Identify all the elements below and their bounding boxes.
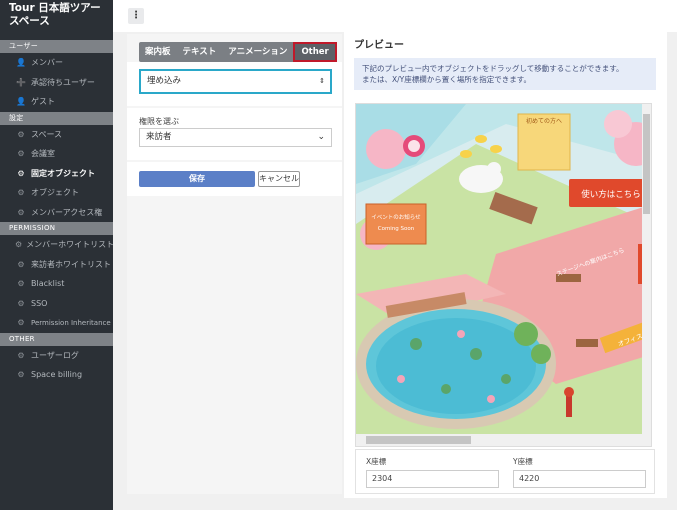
- sidebar-item[interactable]: ⚙ 会議室: [0, 144, 113, 164]
- sidebar-item-label: 固定オブジェクト: [31, 168, 95, 178]
- sidebar-item-label: Permission Inheritance: [31, 318, 111, 327]
- sidebar-item[interactable]: ➕ 承認待ちユーザー: [0, 73, 113, 93]
- preview-info-box: 下記のプレビュー内でオブジェクトをドラッグして移動することができます。 または、…: [354, 58, 656, 90]
- person-add-icon: ➕: [16, 77, 26, 87]
- sidebar-item-label: スペース: [31, 129, 63, 139]
- sidebar-item[interactable]: ⚙ SSO: [0, 294, 113, 314]
- gear-icon: ⚙: [17, 149, 25, 159]
- tab-signboard[interactable]: 案内板: [139, 42, 177, 62]
- tab-text[interactable]: テキスト: [177, 42, 223, 62]
- cancel-button[interactable]: キャンセル: [258, 171, 300, 187]
- sidebar-item-label: Blacklist: [31, 279, 65, 289]
- info-line-1: 下記のプレビュー内でオブジェクトをドラッグして移動することができます。: [362, 64, 624, 73]
- section-header: PERMISSION: [0, 222, 113, 235]
- permission-label: 権限を選ぶ: [139, 117, 179, 126]
- select-arrows-icon: ⇕: [319, 77, 325, 85]
- sidebar-item-label: メンバーホワイトリスト: [26, 240, 113, 250]
- vertical-dots-icon: ⋮: [131, 10, 141, 21]
- more-menu-button[interactable]: ⋮: [128, 8, 144, 24]
- sidebar-item[interactable]: ⚙ 来訪者ホワイトリスト: [0, 255, 113, 275]
- tab-animation[interactable]: アニメーション: [222, 42, 293, 62]
- gear-icon: ⚙: [17, 318, 25, 328]
- sidebar-item-label: ゲスト: [31, 97, 55, 107]
- x-coordinate-label: X座標: [366, 457, 387, 466]
- vertical-scroll-thumb[interactable]: [643, 114, 650, 214]
- sidebar-item[interactable]: ⚙ Blacklist: [0, 274, 113, 294]
- section-header: OTHER: [0, 332, 113, 346]
- person-icon: 👤: [16, 58, 26, 68]
- space-title[interactable]: Tour 日本語ツアースペース: [0, 0, 113, 40]
- tab-other[interactable]: Other: [293, 42, 337, 62]
- object-form-panel: 案内板 テキスト アニメーション Other 埋め込み ⇕ 権限を選ぶ 来訪者 …: [127, 34, 342, 494]
- embed-type-value: 埋め込み: [147, 76, 182, 86]
- sidebar-item-label: SSO: [31, 298, 48, 308]
- preview-canvas[interactable]: 初めての方へ 使い方はこちら イベントのお知らせ Coming Soon ステー…: [355, 103, 652, 447]
- horizontal-scrollbar[interactable]: [356, 434, 651, 446]
- embed-type-select[interactable]: 埋め込み ⇕: [139, 69, 332, 94]
- permission-select[interactable]: 来訪者 ⌄: [139, 128, 332, 147]
- sidebar-item[interactable]: 👤 ゲスト: [0, 92, 113, 112]
- sidebar-item[interactable]: ⚙ Space billing: [0, 365, 113, 385]
- sidebar-item[interactable]: ⚙ 固定オブジェクト: [0, 164, 113, 184]
- save-button[interactable]: 保存: [139, 171, 255, 187]
- gear-icon: ⚙: [17, 168, 25, 178]
- sidebar-item-label: Space billing: [31, 370, 83, 380]
- sidebar-item[interactable]: ⚙ メンバーアクセス権: [0, 203, 113, 223]
- person-icon: 👤: [16, 97, 26, 107]
- sign-event-coming: Coming Soon: [378, 226, 415, 232]
- sidebar-item[interactable]: 👤 メンバー: [0, 53, 113, 73]
- sign-how-to: 使い方はこちら: [581, 189, 641, 200]
- gear-icon: ⚙: [17, 350, 25, 360]
- gear-icon: ⚙: [17, 188, 25, 198]
- preview-map: 初めての方へ 使い方はこちら イベントのお知らせ Coming Soon ステー…: [356, 104, 651, 446]
- sidebar-item-label: ユーザーログ: [31, 350, 79, 360]
- gear-icon: ⚙: [17, 129, 25, 139]
- sidebar-item-label: 来訪者ホワイトリスト: [31, 259, 111, 269]
- coordinate-fields: X座標 2304 Y座標 4220: [355, 449, 655, 494]
- sidebar-item-label: オブジェクト: [31, 188, 79, 198]
- gear-icon: ⚙: [17, 259, 25, 269]
- vertical-scrollbar[interactable]: [642, 104, 651, 435]
- section-header: ユーザー: [0, 40, 113, 53]
- sidebar-item[interactable]: ⚙ メンバーホワイトリスト: [0, 235, 113, 255]
- preview-panel: プレビュー 下記のプレビュー内でオブジェクトをドラッグして移動することができます…: [344, 28, 667, 498]
- sidebar-item-label: 承認待ちユーザー: [31, 77, 95, 87]
- gear-icon: ⚙: [17, 279, 25, 289]
- section-header: 設定: [0, 111, 113, 125]
- preview-title: プレビュー: [354, 40, 404, 51]
- gear-icon: ⚙: [17, 370, 25, 380]
- y-coordinate-label: Y座標: [513, 457, 533, 466]
- sidebar-item-label: 会議室: [31, 149, 55, 159]
- sign-event-title: イベントのお知らせ: [371, 213, 421, 221]
- sidebar-item[interactable]: ⚙ ユーザーログ: [0, 346, 113, 366]
- horizontal-scroll-thumb[interactable]: [366, 436, 471, 444]
- gear-icon: ⚙: [17, 207, 25, 217]
- info-line-2: または、X/Y座標欄から置く場所を指定できます。: [362, 75, 531, 84]
- sign-first-time: 初めての方へ: [526, 117, 562, 125]
- gear-icon: ⚙: [17, 298, 25, 308]
- sidebar: Tour 日本語ツアースペース ユーザー 👤 メンバー ➕ 承認待ちユーザー 👤 ゲスト設定…: [0, 0, 113, 510]
- sidebar-item[interactable]: ⚙ スペース: [0, 125, 113, 145]
- chevron-down-icon: ⌄: [317, 132, 325, 142]
- sidebar-item-label: メンバーアクセス権: [31, 207, 103, 217]
- object-type-tabs: 案内板 テキスト アニメーション Other: [139, 42, 337, 62]
- gear-icon: ⚙: [15, 240, 23, 250]
- x-coordinate-input[interactable]: 2304: [366, 470, 499, 488]
- permission-value: 来訪者: [146, 132, 172, 142]
- sidebar-item-label: メンバー: [31, 58, 63, 68]
- y-coordinate-input[interactable]: 4220: [513, 470, 646, 488]
- sidebar-item[interactable]: ⚙ オブジェクト: [0, 183, 113, 203]
- sidebar-item[interactable]: ⚙ Permission Inheritance: [0, 313, 113, 333]
